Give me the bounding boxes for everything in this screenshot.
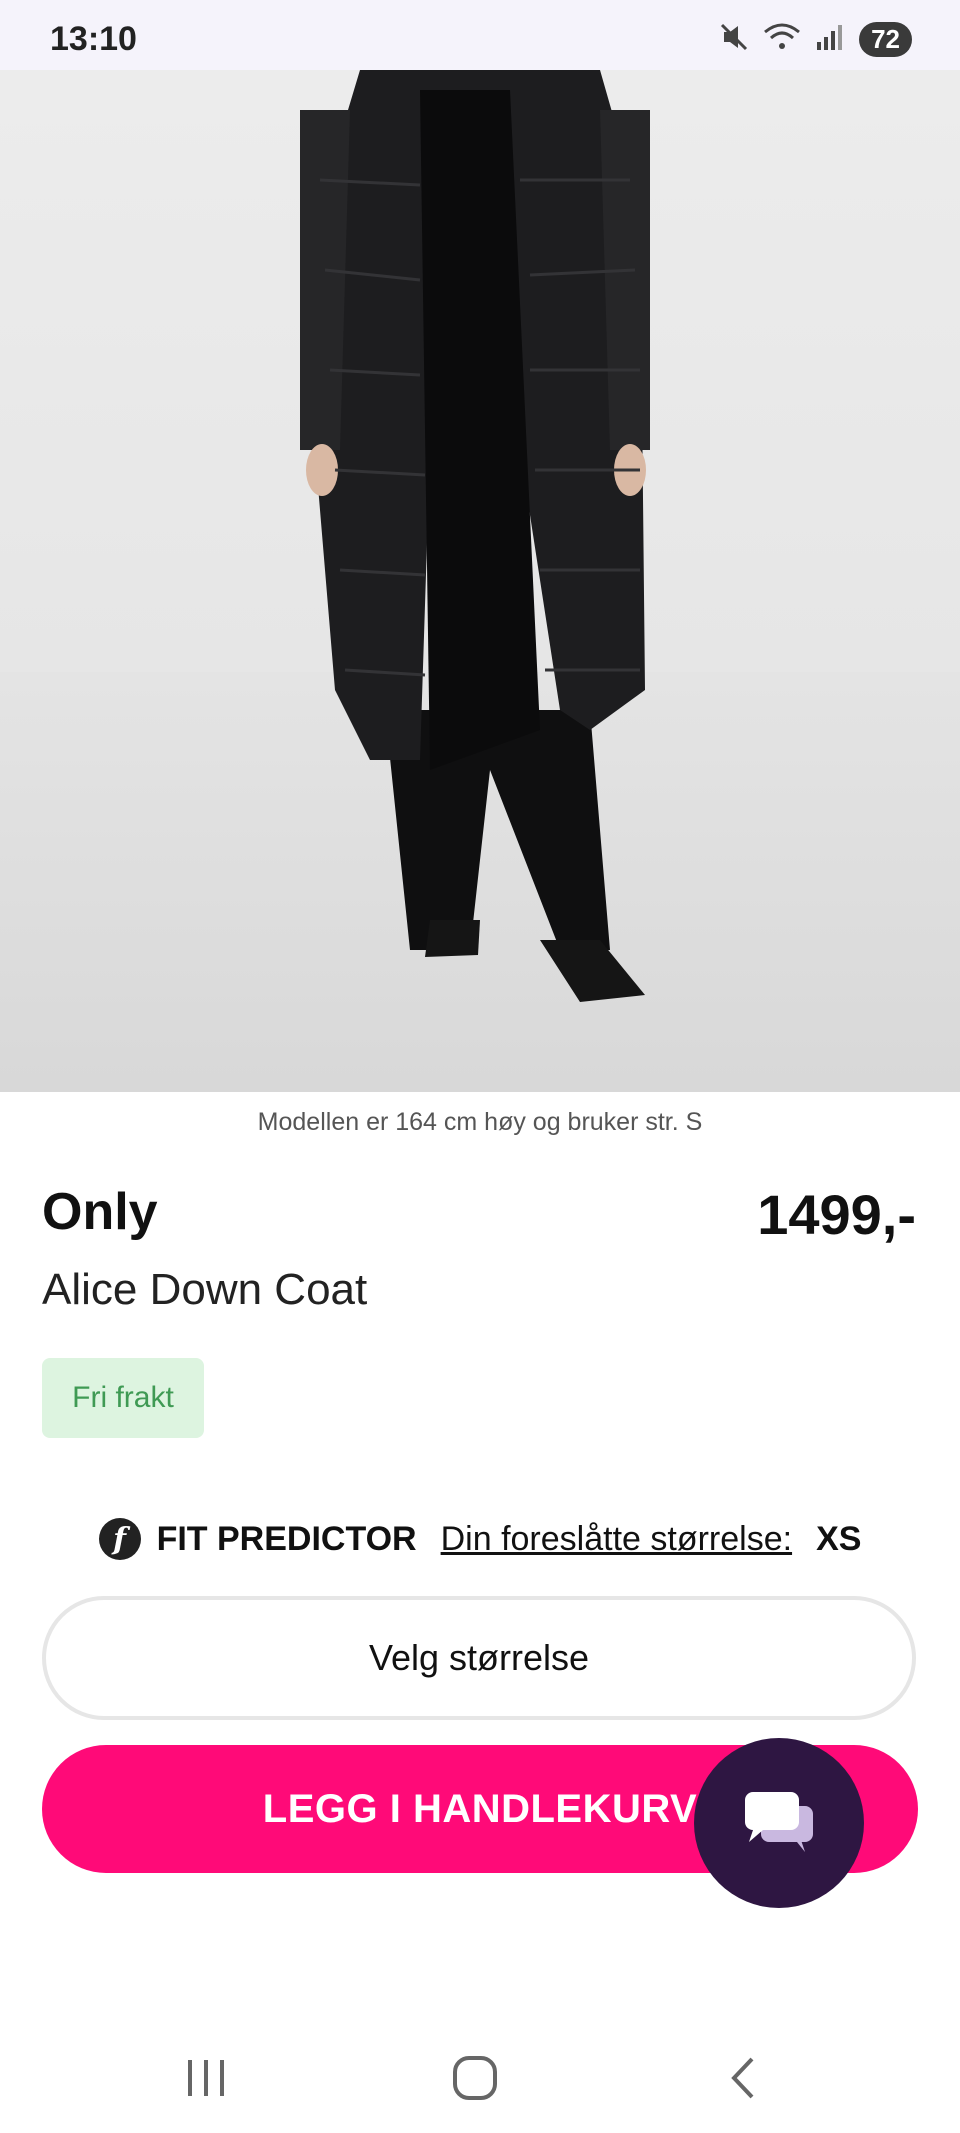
home-icon: [452, 2055, 498, 2106]
suggested-size: XS: [816, 1519, 862, 1558]
status-bar: 13:10 72: [0, 0, 960, 70]
mute-icon: [719, 22, 749, 57]
status-time: 13:10: [50, 20, 137, 58]
fit-predictor-logo-icon: f: [98, 1518, 141, 1560]
fit-predictor-title: FIT PREDICTOR: [156, 1519, 417, 1558]
recent-apps-button[interactable]: [171, 2050, 241, 2110]
chat-button[interactable]: [694, 1738, 864, 1908]
home-button[interactable]: [440, 2050, 510, 2110]
coat-illustration: [300, 70, 650, 1002]
brand-name[interactable]: Only: [42, 1182, 158, 1242]
model-note: Modellen er 164 cm høy og bruker str. S: [257, 1108, 703, 1136]
product-image[interactable]: [0, 70, 960, 1092]
back-icon: [728, 2055, 758, 2106]
select-size-button[interactable]: Velg størrelse: [42, 1596, 916, 1720]
system-nav-bar: [0, 2020, 960, 2133]
battery-badge: 72: [859, 22, 912, 57]
wifi-icon: [763, 22, 801, 57]
status-icons: 72: [719, 22, 912, 57]
fit-predictor: f FIT PREDICTOR Din foreslåtte størrelse…: [0, 1518, 960, 1560]
shipping-badge: Fri frakt: [42, 1358, 204, 1438]
suggested-size-link[interactable]: Din foreslåtte størrelse:: [441, 1520, 792, 1559]
chat-icon: [739, 1786, 819, 1861]
price: 1499,-: [757, 1183, 916, 1246]
recent-apps-icon: [184, 2058, 228, 2103]
back-button[interactable]: [708, 2050, 778, 2110]
signal-icon: [815, 22, 845, 57]
product-name: Alice Down Coat: [42, 1265, 368, 1314]
